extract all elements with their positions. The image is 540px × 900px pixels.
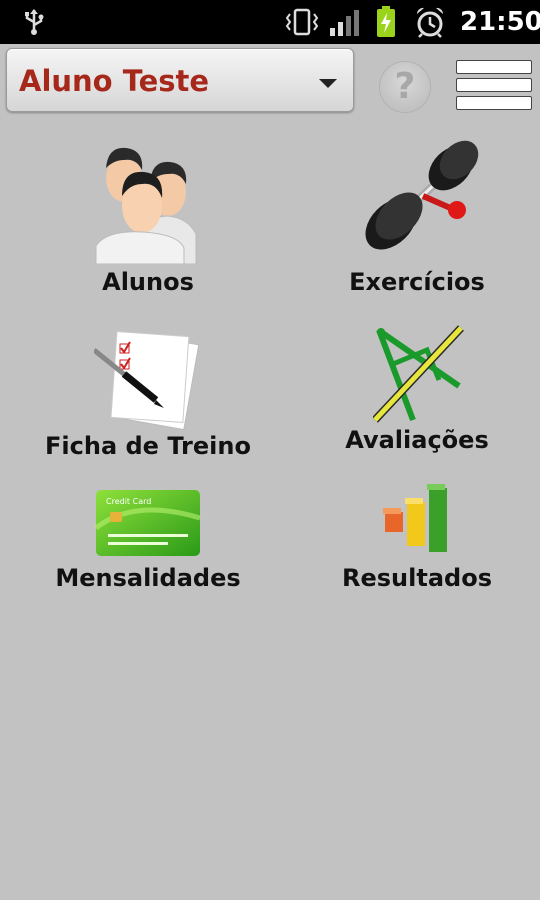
menu-item-label: Avaliações <box>345 426 489 454</box>
menu-item-avaliacoes[interactable]: Avaliações <box>317 320 517 470</box>
menu-button[interactable] <box>456 58 534 114</box>
battery-charging-icon <box>377 6 395 37</box>
menu-item-label: Alunos <box>102 268 194 296</box>
menu-item-ficha-de-treino[interactable]: Ficha de Treino <box>28 320 268 470</box>
card-title: Credit Card <box>106 497 151 506</box>
menu-item-label: Mensalidades <box>55 564 241 592</box>
students-icon <box>95 147 197 264</box>
menu-item-label: Exercícios <box>349 268 485 296</box>
help-button[interactable]: ? <box>380 62 430 112</box>
training-sheet-icon <box>94 331 200 430</box>
usb-icon <box>25 9 44 35</box>
vibrate-icon <box>285 8 319 36</box>
menu-bar-icon <box>456 96 532 110</box>
signal-icon <box>330 10 359 36</box>
credit-card-icon: Credit Card <box>94 490 201 556</box>
dumbbell-icon <box>365 140 479 250</box>
chevron-down-icon <box>319 79 337 88</box>
menu-item-mensalidades[interactable]: Credit Card Mensalidades <box>38 484 258 594</box>
menu-item-exercicios[interactable]: Exercícios <box>317 130 517 310</box>
menu-item-label: Ficha de Treino <box>45 432 251 460</box>
alarm-icon <box>416 7 444 38</box>
menu-bar-icon <box>456 60 532 74</box>
bar-chart-icon <box>383 484 447 552</box>
selected-student-name: Aluno Teste <box>19 64 210 98</box>
status-bar: 21:50 <box>0 0 540 44</box>
compass-icon <box>373 325 464 423</box>
student-selector-dropdown[interactable]: Aluno Teste <box>6 48 354 112</box>
menu-item-resultados[interactable]: Resultados <box>317 484 517 594</box>
menu-item-alunos[interactable]: Alunos <box>48 130 248 310</box>
help-icon: ? <box>394 66 416 107</box>
menu-bar-icon <box>456 78 532 92</box>
menu-item-label: Resultados <box>342 564 492 592</box>
clock-text: 21:50 <box>460 7 540 37</box>
